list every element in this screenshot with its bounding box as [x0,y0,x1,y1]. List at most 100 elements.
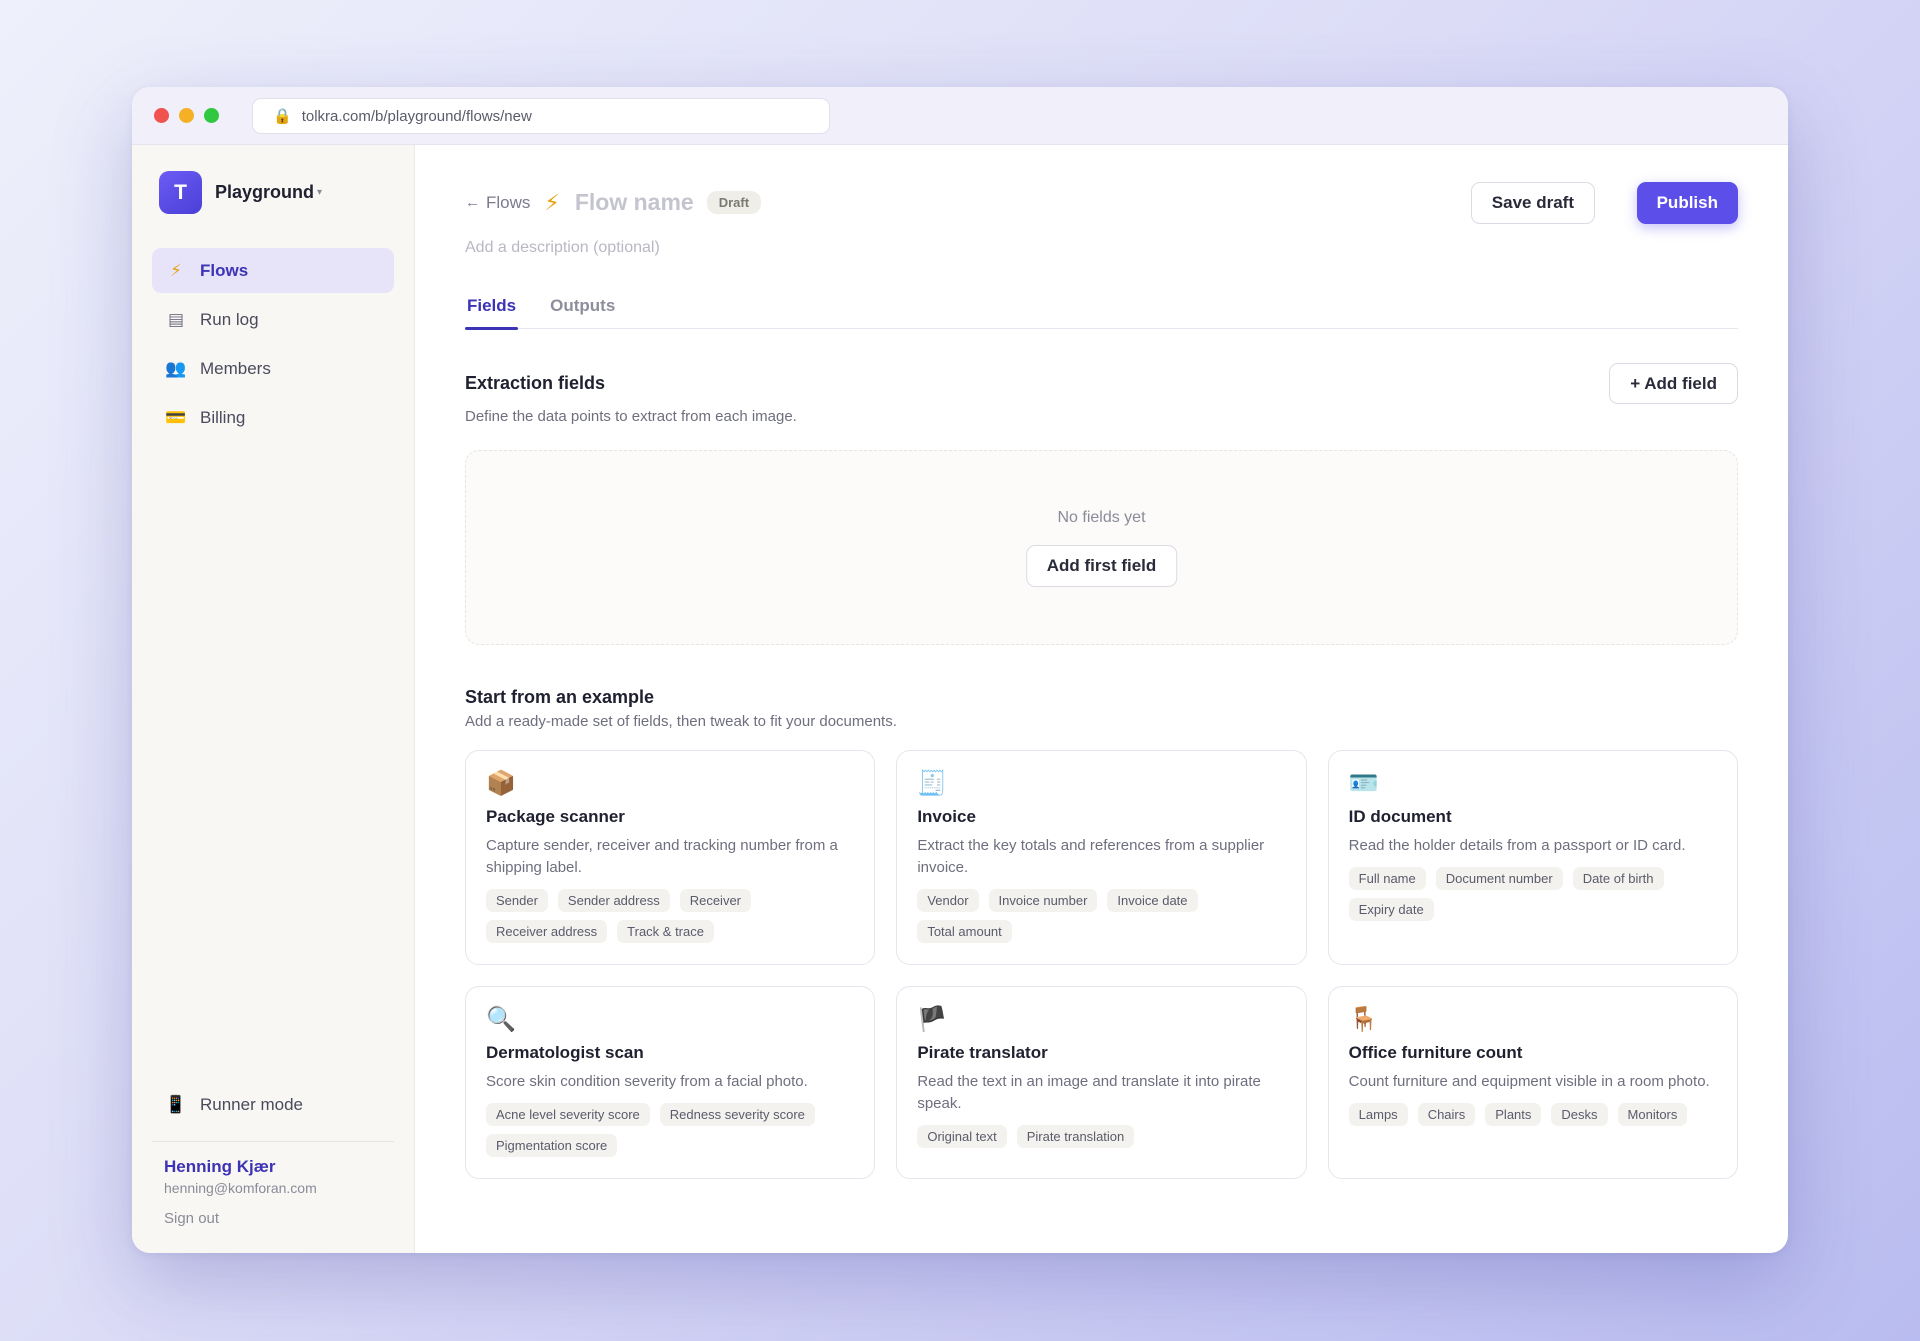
field-chip: Invoice date [1107,889,1198,912]
sidebar-item-flows[interactable]: ⚡ Flows [152,248,394,293]
log-icon: ▤ [167,309,185,329]
section-subtitle: Define the data points to extract from e… [465,408,797,425]
tab-fields[interactable]: Fields [465,283,519,330]
field-chip: Document number [1435,867,1563,890]
url-text: tolkra.com/b/playground/flows/new [301,107,532,125]
example-card-package-scanner[interactable]: 📦 Package scanner Capture sender, receiv… [465,750,876,965]
example-grid: 📦 Package scanner Capture sender, receiv… [465,750,1738,1179]
tab-outputs[interactable]: Outputs [548,283,617,329]
chevron-down-icon: ▾ [317,187,323,198]
examples-title: Start from an example [465,687,655,707]
flow-name-input[interactable]: Flow name [575,189,694,216]
sign-out-link[interactable]: Sign out [164,1210,317,1227]
sidebar-item-members[interactable]: 👥 Members [152,346,394,391]
examples-subtitle: Add a ready-made set of fields, then twe… [465,713,897,730]
browser-titlebar: 🔒 tolkra.com/b/playground/flows/new [132,87,1788,145]
field-chip: Pirate translation [1016,1125,1135,1148]
field-chip: Plants [1485,1103,1542,1126]
empty-state-text: No fields yet [1057,509,1146,526]
sidebar-item-label: Flows [200,260,249,280]
arrow-left-icon: ← [465,194,480,211]
example-card-id-document[interactable]: 🪪 ID document Read the holder details fr… [1327,750,1738,965]
id-card-icon: 🪪 [1348,770,1379,797]
save-draft-button[interactable]: Save draft [1470,182,1595,224]
card-description: Read the holder details from a passport … [1348,837,1686,854]
phone-icon: 📱 [165,1094,187,1114]
members-icon: 👥 [165,358,187,378]
status-badge: Draft [706,191,762,214]
card-description: Score skin condition severity from a fac… [486,1073,808,1090]
pirate-flag-icon: 🏴 [917,1006,948,1033]
field-chip: Expiry date [1348,898,1434,921]
minimize-window-button[interactable] [179,108,194,123]
card-title: Invoice [917,807,976,826]
field-chip: Monitors [1617,1103,1688,1126]
example-card-pirate-translator[interactable]: 🏴 Pirate translator Read the text in an … [896,986,1307,1179]
user-profile: Henning Kjær henning@komforan.com Sign o… [164,1157,317,1227]
sidebar-item-label: Run log [200,309,259,329]
tab-bar: Fields Outputs [465,283,1738,330]
field-chips: Full name Document number Date of birth … [1348,867,1717,921]
field-chips: Vendor Invoice number Invoice date Total… [917,889,1285,943]
field-chip: Receiver [679,889,751,912]
empty-fields-state: No fields yet Add first field [465,450,1738,645]
sidebar-item-billing[interactable]: 💳 Billing [152,395,394,440]
address-bar[interactable]: 🔒 tolkra.com/b/playground/flows/new [252,98,830,134]
workspace-logo: T [159,171,202,214]
card-description: Extract the key totals and references fr… [917,837,1265,876]
field-chip: Track & trace [617,920,714,943]
publish-button[interactable]: Publish [1636,182,1738,224]
workspace-name: Playground [215,182,315,202]
workspace-switcher[interactable]: T Playground ▾ [159,171,322,214]
field-chip: Receiver address [486,920,608,943]
runner-mode-button[interactable]: 📱 Runner mode [152,1082,394,1127]
field-chips: Acne level severity score Redness severi… [486,1103,854,1157]
back-label: Flows [486,192,531,212]
field-chip: Pigmentation score [486,1134,618,1157]
field-chip: Vendor [917,889,979,912]
field-chips: Original text Pirate translation [917,1125,1285,1148]
card-description: Capture sender, receiver and tracking nu… [486,837,838,876]
sidebar-item-run-log[interactable]: ▤ Run log [152,297,394,342]
package-icon: 📦 [486,770,516,797]
add-field-button[interactable]: + Add field [1609,363,1738,404]
field-chip: Redness severity score [659,1103,815,1126]
add-first-field-button[interactable]: Add first field [1025,545,1178,587]
field-chip: Sender [486,889,548,912]
example-card-dermatologist-scan[interactable]: 🔍 Dermatologist scan Score skin conditio… [465,986,876,1179]
user-email: henning@komforan.com [164,1180,317,1196]
card-icon: 💳 [165,407,187,427]
bolt-icon: ⚡ [170,260,182,280]
card-title: Office furniture count [1348,1043,1523,1062]
runner-mode-label: Runner mode [200,1094,304,1114]
browser-window: 🔒 tolkra.com/b/playground/flows/new T Pl… [132,87,1788,1253]
card-description: Read the text in an image and translate … [917,1073,1261,1112]
sidebar-item-label: Billing [200,407,246,427]
field-chip: Full name [1348,867,1426,890]
example-card-office-furniture-count[interactable]: 🪑 Office furniture count Count furniture… [1327,986,1738,1179]
field-chip: Invoice number [988,889,1098,912]
magnifier-icon: 🔍 [486,1006,516,1033]
lock-icon: 🔒 [273,108,292,125]
back-to-flows-link[interactable]: ← Flows [465,193,530,213]
field-chip: Lamps [1348,1103,1408,1126]
section-title: Extraction fields [465,373,606,393]
main-content: ← Flows ⚡ Flow name Draft Save draft Pub… [415,145,1788,1253]
user-name[interactable]: Henning Kjær [164,1157,317,1177]
field-chips: Lamps Chairs Plants Desks Monitors [1348,1103,1717,1126]
field-chip: Desks [1551,1103,1608,1126]
field-chip: Date of birth [1572,867,1664,890]
card-title: Dermatologist scan [486,1043,644,1062]
chair-icon: 🪑 [1348,1006,1379,1033]
flow-header: ← Flows ⚡ Flow name Draft [465,189,762,216]
field-chip: Original text [917,1125,1007,1148]
example-card-invoice[interactable]: 🧾 Invoice Extract the key totals and ref… [896,750,1307,965]
sidebar-item-label: Members [200,358,271,378]
receipt-icon: 🧾 [917,770,948,797]
field-chip: Total amount [917,920,1012,943]
description-input[interactable]: Add a description (optional) [465,239,660,257]
card-title: ID document [1348,807,1452,826]
sidebar-nav: ⚡ Flows ▤ Run log 👥 Members 💳 Billing [152,248,394,444]
close-window-button[interactable] [154,108,169,123]
maximize-window-button[interactable] [204,108,219,123]
